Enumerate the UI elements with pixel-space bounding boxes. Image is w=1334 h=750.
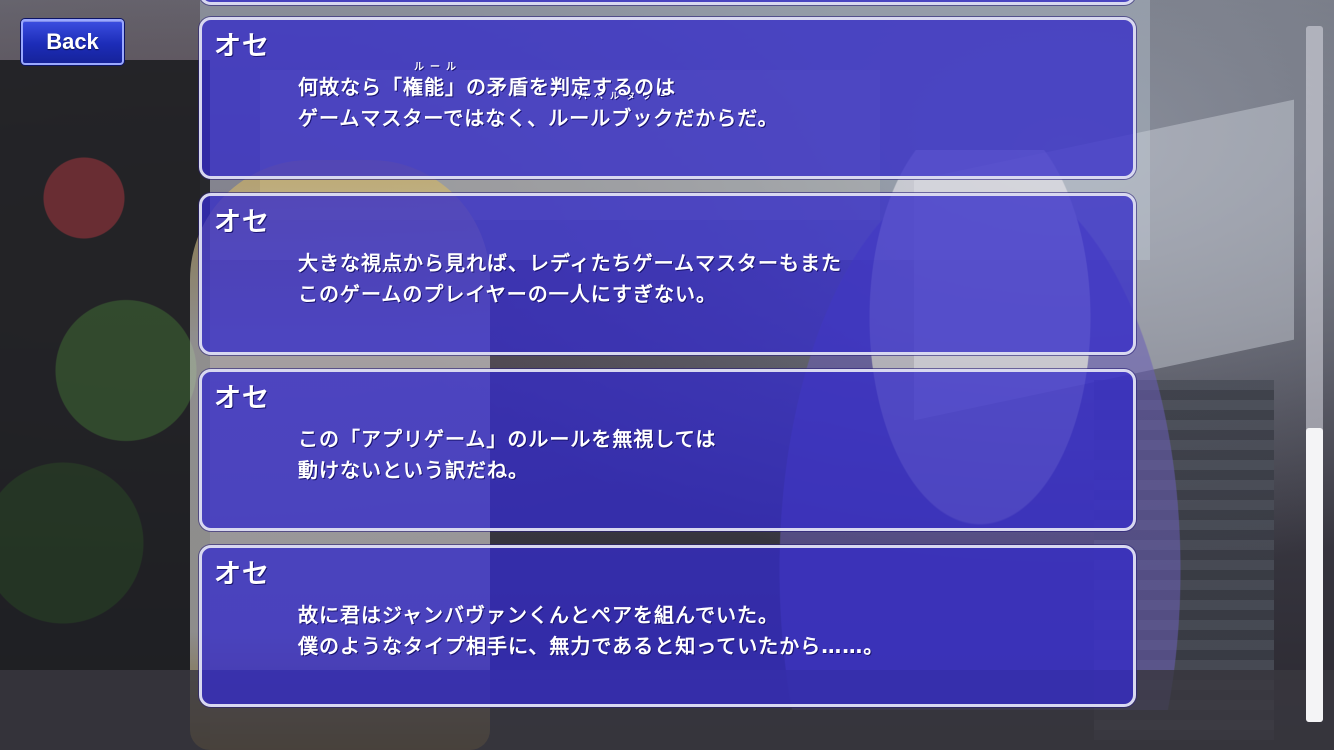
dialogue-line: 僕のようなタイプ相手に、無力であると知っていたから……。 bbox=[298, 634, 885, 658]
speaker-name: オセ bbox=[214, 383, 270, 414]
log-entry: オセ この「アプリゲーム」のルールを無視しては 動けないという訳だね。 bbox=[199, 369, 1136, 531]
dialogue-text: 大きな視点から見れば、レディたちゲームマスターもまた このゲームのプレイヤーの一… bbox=[298, 248, 1113, 310]
dialogue-line: 大きな視点から見れば、レディたちゲームマスターもまた bbox=[298, 251, 842, 275]
scrollbar-track[interactable] bbox=[1306, 26, 1323, 722]
dialogue-line: この「アプリゲーム」のルールを無視しては bbox=[298, 427, 717, 451]
log-entry: オセ 大きな視点から見れば、レディたちゲームマスターもまた このゲームのプレイヤ… bbox=[199, 193, 1136, 355]
log-entry: オセ 故に君はジャンバヴァンくんとペアを組んでいた。 僕のようなタイプ相手に、無… bbox=[199, 545, 1136, 707]
log-entry-partial bbox=[199, 0, 1136, 5]
ruby-annotation: ルール bbox=[414, 62, 462, 73]
speaker-name: オセ bbox=[214, 207, 270, 238]
dialogue-line: 動けないという訳だね。 bbox=[298, 458, 529, 482]
dialogue-line: 故に君はジャンバヴァンくんとペアを組んでいた。 bbox=[298, 603, 779, 627]
log-entry: オセ ルール バベルタワー 何故なら「権能」の矛盾を判定するのは ゲームマスター… bbox=[199, 17, 1136, 179]
dialogue-line: このゲームのプレイヤーの一人にすぎない。 bbox=[298, 282, 717, 306]
speaker-name: オセ bbox=[214, 559, 270, 590]
dialogue-line: ゲームマスターではなく、ルールブックだからだ。 bbox=[298, 106, 779, 130]
dialogue-log[interactable]: オセ ルール バベルタワー 何故なら「権能」の矛盾を判定するのは ゲームマスター… bbox=[199, 0, 1136, 750]
dialogue-text: この「アプリゲーム」のルールを無視しては 動けないという訳だね。 bbox=[298, 424, 1113, 486]
speaker-name: オセ bbox=[214, 31, 270, 62]
dialogue-text: 故に君はジャンバヴァンくんとペアを組んでいた。 僕のようなタイプ相手に、無力であ… bbox=[298, 600, 1113, 662]
dialogue-text: 何故なら「権能」の矛盾を判定するのは ゲームマスターではなく、ルールブックだから… bbox=[298, 72, 1113, 134]
back-button[interactable]: Back bbox=[21, 19, 124, 65]
dialogue-line: 何故なら「権能」の矛盾を判定するのは bbox=[298, 75, 676, 99]
foliage bbox=[0, 60, 210, 750]
scrollbar-thumb[interactable] bbox=[1306, 428, 1323, 722]
